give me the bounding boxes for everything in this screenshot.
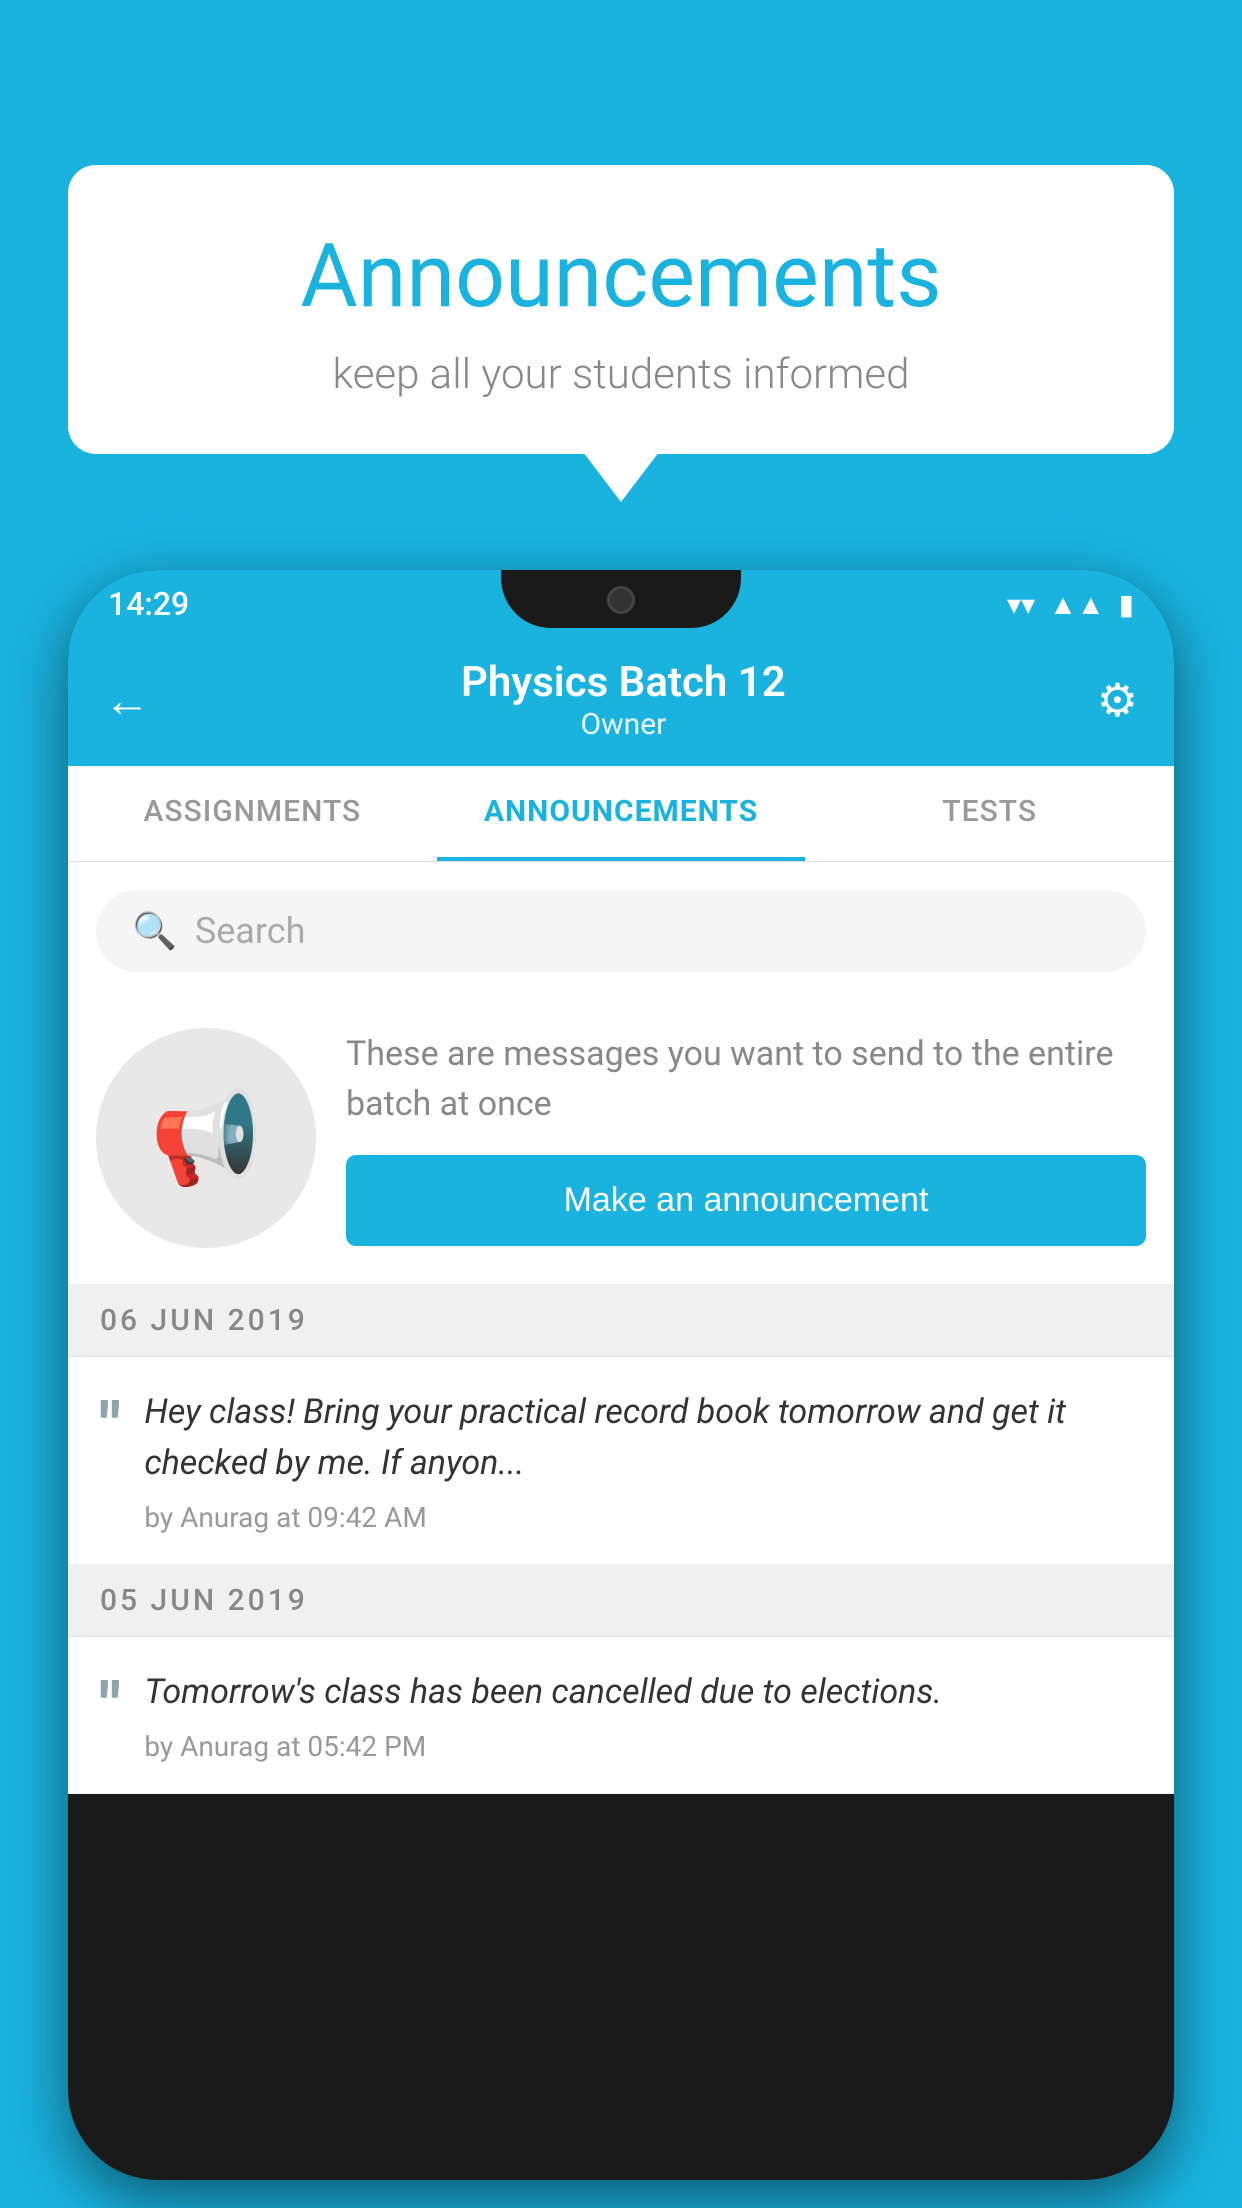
bubble-title: Announcements [108, 225, 1134, 328]
signal-icon: ▲▲ [1049, 588, 1104, 621]
promo-icon-circle: 📢 [96, 1028, 316, 1248]
status-time: 14:29 [108, 585, 189, 623]
announcement-content-2: Tomorrow's class has been cancelled due … [144, 1667, 1142, 1763]
search-bar[interactable]: 🔍 Search [96, 890, 1146, 972]
tab-tests[interactable]: TESTS [805, 766, 1174, 861]
phone-content: 🔍 Search 📢 These are messages you want t… [68, 862, 1174, 1794]
wifi-icon: ▾▾ [1007, 588, 1035, 621]
camera-icon [607, 586, 635, 614]
phone-notch [501, 570, 741, 628]
date-separator-2: 05 JUN 2019 [68, 1565, 1174, 1637]
announcement-item-2[interactable]: " Tomorrow's class has been cancelled du… [68, 1637, 1174, 1794]
search-icon: 🔍 [132, 910, 177, 952]
promo-description: These are messages you want to send to t… [346, 1030, 1146, 1129]
search-placeholder: Search [195, 910, 306, 952]
make-announcement-button[interactable]: Make an announcement [346, 1155, 1146, 1246]
status-icons: ▾▾ ▲▲ ▮ [1007, 588, 1134, 621]
phone-container: 14:29 ▾▾ ▲▲ ▮ ← Physics Batch 12 Owner ⚙… [68, 570, 1174, 2208]
back-button[interactable]: ← [104, 673, 150, 728]
settings-icon[interactable]: ⚙ [1097, 673, 1138, 728]
app-bar-title-group: Physics Batch 12 Owner [461, 658, 786, 742]
quote-icon-1: " [100, 1395, 120, 1459]
announcement-meta-2: by Anurag at 05:42 PM [144, 1730, 1142, 1763]
announcement-text-1: Hey class! Bring your practical record b… [144, 1387, 1142, 1489]
bubble-subtitle: keep all your students informed [108, 350, 1134, 399]
app-bar-subtitle: Owner [461, 707, 786, 742]
phone-frame: 14:29 ▾▾ ▲▲ ▮ ← Physics Batch 12 Owner ⚙… [68, 570, 1174, 2180]
tab-announcements[interactable]: ANNOUNCEMENTS [437, 766, 806, 861]
announcement-content-1: Hey class! Bring your practical record b… [144, 1387, 1142, 1534]
tabs-bar: ASSIGNMENTS ANNOUNCEMENTS TESTS [68, 766, 1174, 862]
announcement-text-2: Tomorrow's class has been cancelled due … [144, 1667, 1142, 1718]
quote-icon-2: " [100, 1675, 120, 1739]
announcement-meta-1: by Anurag at 09:42 AM [144, 1501, 1142, 1534]
app-bar-title: Physics Batch 12 [461, 658, 786, 707]
date-separator-1: 06 JUN 2019 [68, 1285, 1174, 1357]
speech-bubble-container: Announcements keep all your students inf… [68, 165, 1174, 454]
battery-icon: ▮ [1119, 588, 1134, 621]
megaphone-icon: 📢 [150, 1086, 262, 1191]
promo-section: 📢 These are messages you want to send to… [68, 1000, 1174, 1285]
promo-right: These are messages you want to send to t… [346, 1030, 1146, 1246]
speech-bubble: Announcements keep all your students inf… [68, 165, 1174, 454]
app-bar: ← Physics Batch 12 Owner ⚙ [68, 638, 1174, 766]
tab-assignments[interactable]: ASSIGNMENTS [68, 766, 437, 861]
announcement-item-1[interactable]: " Hey class! Bring your practical record… [68, 1357, 1174, 1565]
